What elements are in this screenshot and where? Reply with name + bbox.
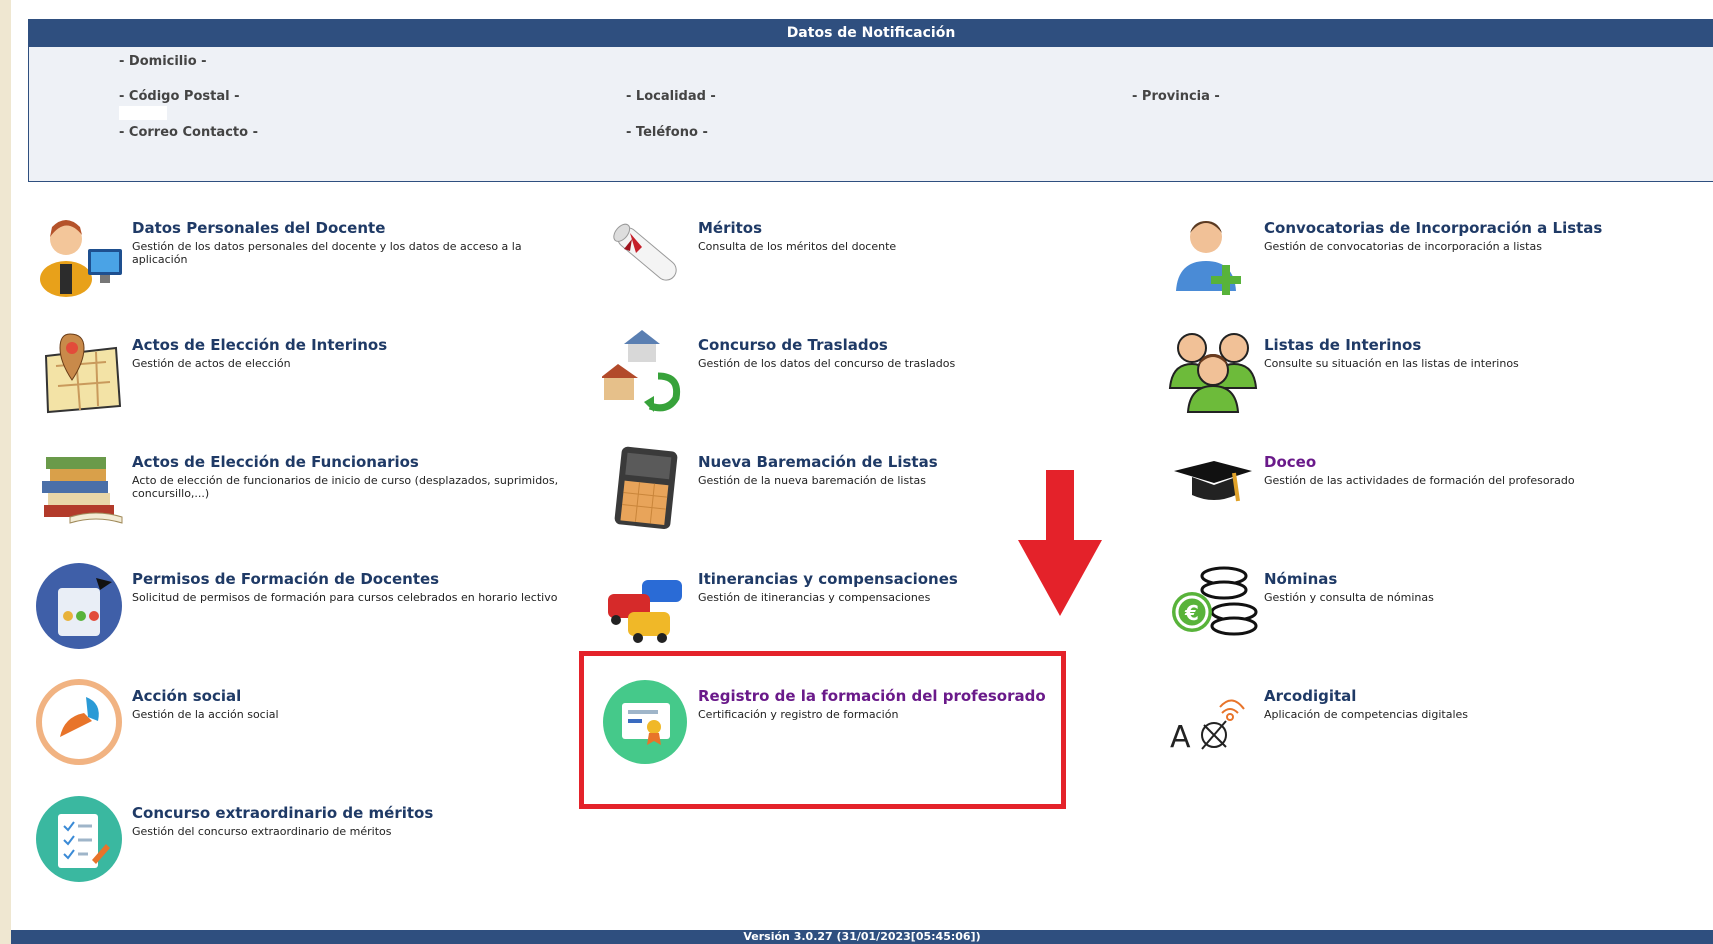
module-desc: Aplicación de competencias digitales <box>1264 708 1469 721</box>
module-actos-funcionarios[interactable]: Actos de Elección de Funcionarios Acto d… <box>36 443 576 543</box>
module-title[interactable]: Concurso extraordinario de méritos <box>132 804 433 822</box>
module-desc: Gestión del concurso extraordinario de m… <box>132 825 392 838</box>
module-desc: Acto de elección de funcionarios de inic… <box>132 474 559 500</box>
module-title[interactable]: Nueva Baremación de Listas <box>698 453 938 471</box>
module-title[interactable]: Nóminas <box>1264 570 1337 588</box>
module-permisos-formacion[interactable]: Permisos de Formación de Docentes Solici… <box>36 560 576 660</box>
module-desc: Gestión y consulta de nóminas <box>1264 591 1434 604</box>
highlight-box <box>579 651 1066 809</box>
module-title[interactable]: Doceo <box>1264 453 1316 471</box>
provincia-field: - Provincia - <box>1132 89 1220 104</box>
module-concurso-traslados[interactable]: Concurso de Traslados Gestión de los dat… <box>600 326 1142 426</box>
house-transfer-icon <box>600 326 692 416</box>
module-meritos[interactable]: Méritos Consulta de los méritos del doce… <box>602 209 1142 309</box>
module-desc: Gestión de los datos del concurso de tra… <box>698 357 956 370</box>
red-arrow-annotation <box>1018 470 1102 616</box>
module-title[interactable]: Actos de Elección de Interinos <box>132 336 387 354</box>
module-title[interactable]: Concurso de Traslados <box>698 336 888 354</box>
module-arcodigital[interactable]: A Arcodigital Aplicación de competencias… <box>1168 677 1708 777</box>
module-desc: Consulta de los méritos del docente <box>698 240 897 253</box>
module-convocatorias[interactable]: Convocatorias de Incorporación a Listas … <box>1168 209 1708 309</box>
checklist-icon <box>36 794 126 884</box>
module-title[interactable]: Actos de Elección de Funcionarios <box>132 453 419 471</box>
cars-icon <box>602 560 692 650</box>
module-listas-interinos[interactable]: Listas de Interinos Consulte su situació… <box>1168 326 1708 426</box>
training-tablet-icon <box>36 560 126 650</box>
module-desc: Solicitud de permisos de formación para … <box>132 591 558 604</box>
module-title[interactable]: Itinerancias y compensaciones <box>698 570 958 588</box>
module-title[interactable]: Listas de Interinos <box>1264 336 1421 354</box>
books-stack-icon <box>36 443 126 533</box>
teacher-computer-icon <box>36 209 126 299</box>
correo-field: - Correo Contacto - <box>119 125 258 140</box>
blank-chip <box>119 106 167 120</box>
domicilio-field: - Domicilio - <box>119 54 207 69</box>
module-title[interactable]: Datos Personales del Docente <box>132 219 385 237</box>
notification-panel: Datos de Notificación - Domicilio - - Có… <box>28 19 1713 182</box>
svg-text:€: € <box>1184 601 1199 625</box>
module-title[interactable]: Arcodigital <box>1264 687 1356 705</box>
notification-header: Datos de Notificación <box>29 20 1713 47</box>
graduation-cap-icon <box>1168 443 1258 533</box>
diploma-scroll-icon <box>602 209 692 299</box>
module-desc: Consulte su situación en las listas de i… <box>1264 357 1519 370</box>
module-desc: Gestión de la acción social <box>132 708 279 721</box>
version-footer: Versión 3.0.27 (31/01/2023[05:45:06]) <box>11 930 1713 944</box>
coins-euro-icon: € <box>1168 560 1258 650</box>
module-accion-social[interactable]: Acción social Gestión de la acción socia… <box>36 677 576 777</box>
module-doceo[interactable]: Doceo Gestión de las actividades de form… <box>1168 443 1708 543</box>
module-nominas[interactable]: € Nóminas Gestión y consulta de nóminas <box>1168 560 1708 660</box>
module-title[interactable]: Méritos <box>698 219 762 237</box>
telefono-field: - Teléfono - <box>626 125 708 140</box>
codigo-postal-field: - Código Postal - <box>119 89 240 104</box>
module-title[interactable]: Permisos de Formación de Docentes <box>132 570 439 588</box>
module-desc: Gestión de convocatorias de incorporació… <box>1264 240 1542 253</box>
localidad-field: - Localidad - <box>626 89 716 104</box>
module-datos-personales[interactable]: Datos Personales del Docente Gestión de … <box>36 209 576 309</box>
user-add-icon <box>1168 209 1258 299</box>
arcodigital-logo-icon: A <box>1168 677 1258 767</box>
module-title[interactable]: Acción social <box>132 687 241 705</box>
module-desc: Gestión de los datos personales del doce… <box>132 240 522 266</box>
users-group-icon <box>1168 326 1258 416</box>
module-title[interactable]: Convocatorias de Incorporación a Listas <box>1264 219 1602 237</box>
svg-text:A: A <box>1170 720 1191 755</box>
module-actos-interinos[interactable]: Actos de Elección de Interinos Gestión d… <box>36 326 576 426</box>
map-pin-icon <box>36 326 126 416</box>
module-desc: Gestión de actos de elección <box>132 357 291 370</box>
module-concurso-extraordinario[interactable]: Concurso extraordinario de méritos Gesti… <box>36 794 576 894</box>
module-desc: Gestión de las actividades de formación … <box>1264 474 1575 487</box>
helping-hands-icon <box>36 677 126 767</box>
calculator-icon <box>602 443 692 533</box>
